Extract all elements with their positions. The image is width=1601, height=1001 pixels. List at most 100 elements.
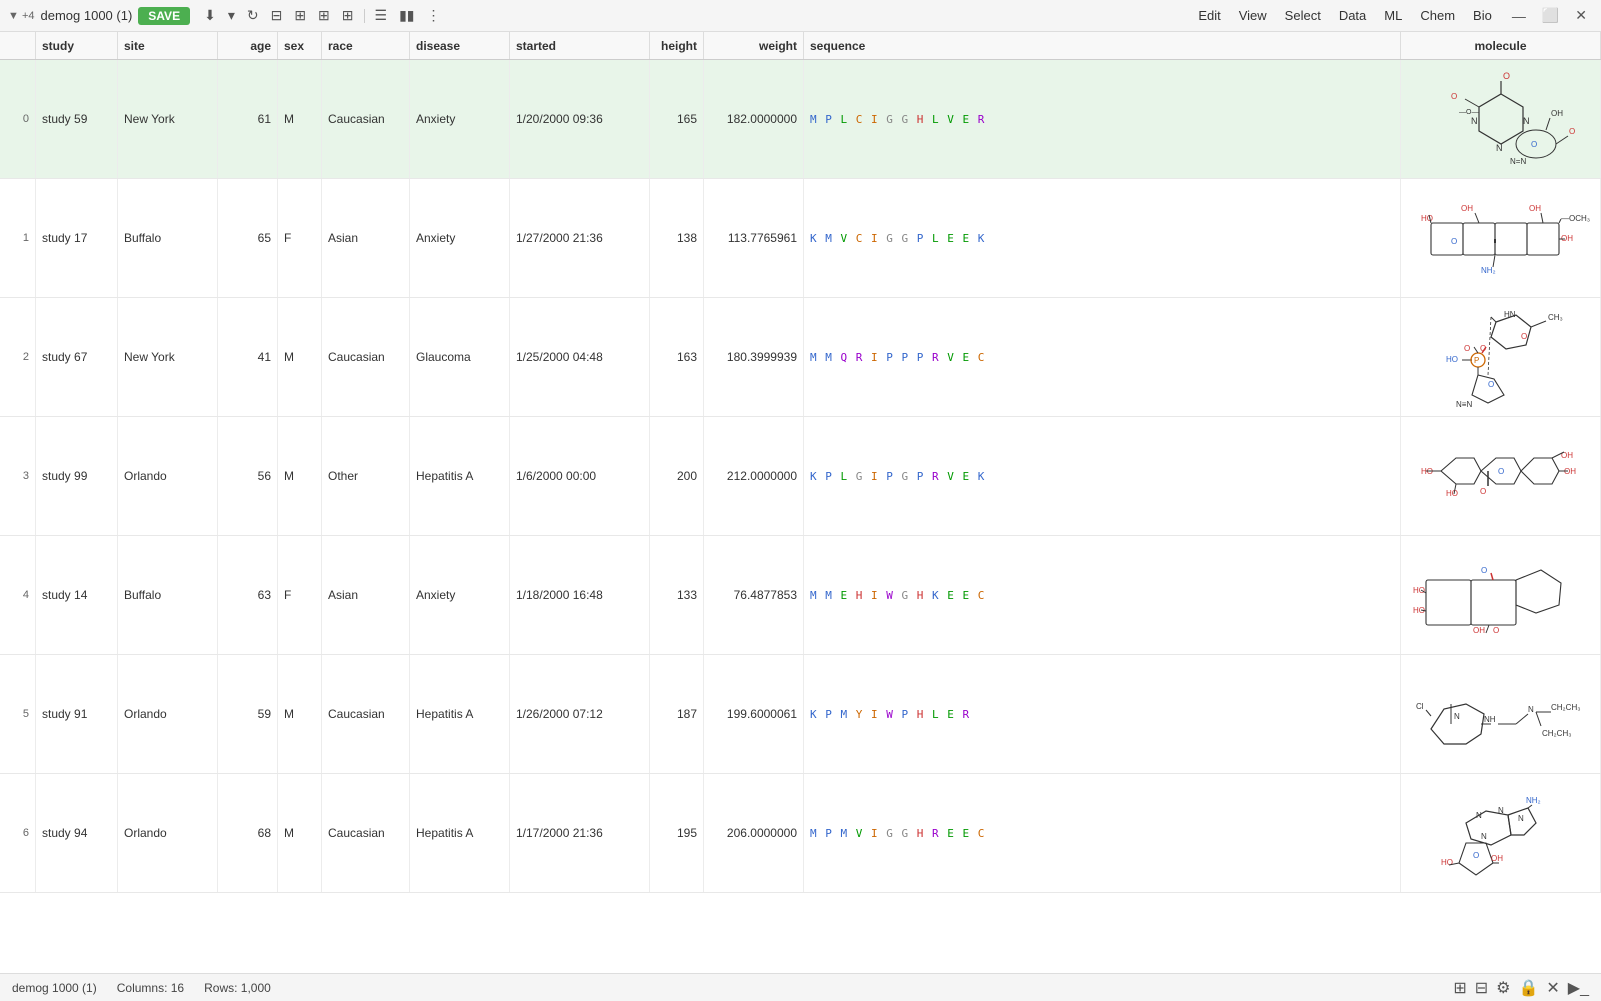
grid-view3-icon[interactable]: ⊞	[338, 5, 358, 26]
close2-icon[interactable]: ✕	[1546, 978, 1559, 998]
cell-started: 1/26/2000 07:12	[510, 655, 650, 773]
col-header-disease[interactable]: disease	[410, 32, 510, 59]
grid-icon[interactable]: ⊟	[1475, 978, 1488, 998]
column-headers: study site age sex race disease started …	[0, 32, 1601, 60]
col-header-site[interactable]: site	[118, 32, 218, 59]
svg-text:—OCH₃: —OCH₃	[1561, 214, 1590, 223]
minimize-icon[interactable]: —	[1506, 8, 1532, 24]
cell-race: Other	[322, 417, 410, 535]
list-view-icon[interactable]: ☰	[371, 5, 392, 26]
col-header-started[interactable]: started	[510, 32, 650, 59]
menu-edit[interactable]: Edit	[1190, 5, 1228, 26]
grid-view-icon[interactable]: ⊞	[290, 5, 310, 26]
cell-race: Caucasian	[322, 298, 410, 416]
svg-text:HO: HO	[1446, 355, 1458, 364]
cell-idx: 4	[0, 536, 36, 654]
download-icon[interactable]: ⬇	[200, 5, 220, 26]
cell-height: 200	[650, 417, 704, 535]
table-icon[interactable]: ⊞	[1453, 978, 1466, 998]
svg-text:N: N	[1528, 705, 1534, 714]
grid-view2-icon[interactable]: ⊞	[314, 5, 334, 26]
molecule-image: N Cl NH N CH₂CH₃ CH₂CH₃	[1406, 659, 1596, 769]
titlebar: ▼ +4 demog 1000 (1) SAVE ⬇ ▾ ↻ ⊟ ⊞ ⊞ ⊞ ☰…	[0, 0, 1601, 32]
svg-text:O: O	[1503, 71, 1510, 81]
col-header-sex[interactable]: sex	[278, 32, 322, 59]
col-header-height[interactable]: height	[650, 32, 704, 59]
close-icon[interactable]: ✕	[1569, 7, 1593, 24]
svg-text:O: O	[1569, 127, 1575, 136]
cell-sequence: K P M Y I W P H L E R	[804, 655, 1401, 773]
menu-bio[interactable]: Bio	[1465, 5, 1500, 26]
molecule-image: HO HO O OH O	[1406, 540, 1596, 650]
cell-study: study 99	[36, 417, 118, 535]
restore-icon[interactable]: ⬜	[1536, 7, 1565, 24]
cell-race: Caucasian	[322, 60, 410, 178]
cell-age: 61	[218, 60, 278, 178]
cell-weight: 180.3999939	[704, 298, 804, 416]
table-row[interactable]: 3 study 99 Orlando 56 M Other Hepatitis …	[0, 417, 1601, 536]
cell-age: 56	[218, 417, 278, 535]
cell-height: 133	[650, 536, 704, 654]
terminal-icon[interactable]: ▶_	[1568, 978, 1589, 998]
table-row[interactable]: 1 study 17 Buffalo 65 F Asian Anxiety 1/…	[0, 179, 1601, 298]
svg-text:OH: OH	[1491, 854, 1503, 863]
cell-age: 63	[218, 536, 278, 654]
cell-sex: M	[278, 655, 322, 773]
cell-idx: 6	[0, 774, 36, 892]
svg-text:HN: HN	[1504, 310, 1516, 319]
table-row[interactable]: 5 study 91 Orlando 59 M Caucasian Hepati…	[0, 655, 1601, 774]
cell-molecule: HO HO O OH O	[1401, 536, 1601, 654]
molecule-image: O N N N O O OH N=N O —O—	[1406, 64, 1596, 174]
menu-select[interactable]: Select	[1277, 5, 1329, 26]
statusbar-dataset: demog 1000 (1)	[12, 981, 97, 995]
cell-site: Orlando	[118, 774, 218, 892]
cell-sequence: M M Q R I P P P R V E C	[804, 298, 1401, 416]
col-header-study[interactable]: study	[36, 32, 118, 59]
save-button[interactable]: SAVE	[138, 7, 190, 25]
cell-site: New York	[118, 60, 218, 178]
scatter-chart-icon[interactable]: ⋮	[423, 5, 445, 26]
col-header-weight[interactable]: weight	[704, 32, 804, 59]
menu-chem[interactable]: Chem	[1412, 5, 1463, 26]
cell-height: 187	[650, 655, 704, 773]
col-header-race[interactable]: race	[322, 32, 410, 59]
table-row[interactable]: 6 study 94 Orlando 68 M Caucasian Hepati…	[0, 774, 1601, 893]
cell-height: 163	[650, 298, 704, 416]
svg-text:N: N	[1498, 806, 1504, 815]
bar-chart-icon[interactable]: ▮▮	[395, 5, 418, 26]
cell-height: 165	[650, 60, 704, 178]
cell-study: study 17	[36, 179, 118, 297]
cell-sequence: K P L G I P G P R V E K	[804, 417, 1401, 535]
table-row[interactable]: 0 study 59 New York 61 M Caucasian Anxie…	[0, 60, 1601, 179]
filter-icon[interactable]: ⊟	[267, 5, 287, 26]
svg-text:N≡N: N≡N	[1456, 400, 1472, 409]
col-header-sequence[interactable]: sequence	[804, 32, 1401, 59]
col-header-molecule[interactable]: molecule	[1401, 32, 1601, 59]
cell-weight: 182.0000000	[704, 60, 804, 178]
cell-started: 1/17/2000 21:36	[510, 774, 650, 892]
table-row[interactable]: 2 study 67 New York 41 M Caucasian Glauc…	[0, 298, 1601, 417]
table-row[interactable]: 4 study 14 Buffalo 63 F Asian Anxiety 1/…	[0, 536, 1601, 655]
cell-age: 65	[218, 179, 278, 297]
svg-text:OH: OH	[1461, 204, 1473, 213]
svg-text:N: N	[1496, 143, 1503, 153]
menu-ml[interactable]: ML	[1376, 5, 1410, 26]
settings-icon[interactable]: ⚙	[1496, 978, 1510, 998]
cell-weight: 76.4877853	[704, 536, 804, 654]
cell-study: study 59	[36, 60, 118, 178]
cell-idx: 3	[0, 417, 36, 535]
cell-disease: Hepatitis A	[410, 655, 510, 773]
menu-view[interactable]: View	[1231, 5, 1275, 26]
cell-age: 59	[218, 655, 278, 773]
cell-race: Caucasian	[322, 774, 410, 892]
col-header-age[interactable]: age	[218, 32, 278, 59]
svg-text:O: O	[1464, 344, 1470, 353]
svg-text:HO: HO	[1421, 214, 1433, 223]
svg-text:CH₃: CH₃	[1548, 313, 1563, 322]
lock-icon[interactable]: 🔒	[1518, 978, 1538, 998]
col-header-idx[interactable]	[0, 32, 36, 59]
refresh-icon[interactable]: ↻	[243, 5, 263, 26]
menu-data[interactable]: Data	[1331, 5, 1374, 26]
svg-text:OH: OH	[1529, 204, 1541, 213]
dropdown-arrow[interactable]: ▾	[224, 5, 239, 26]
